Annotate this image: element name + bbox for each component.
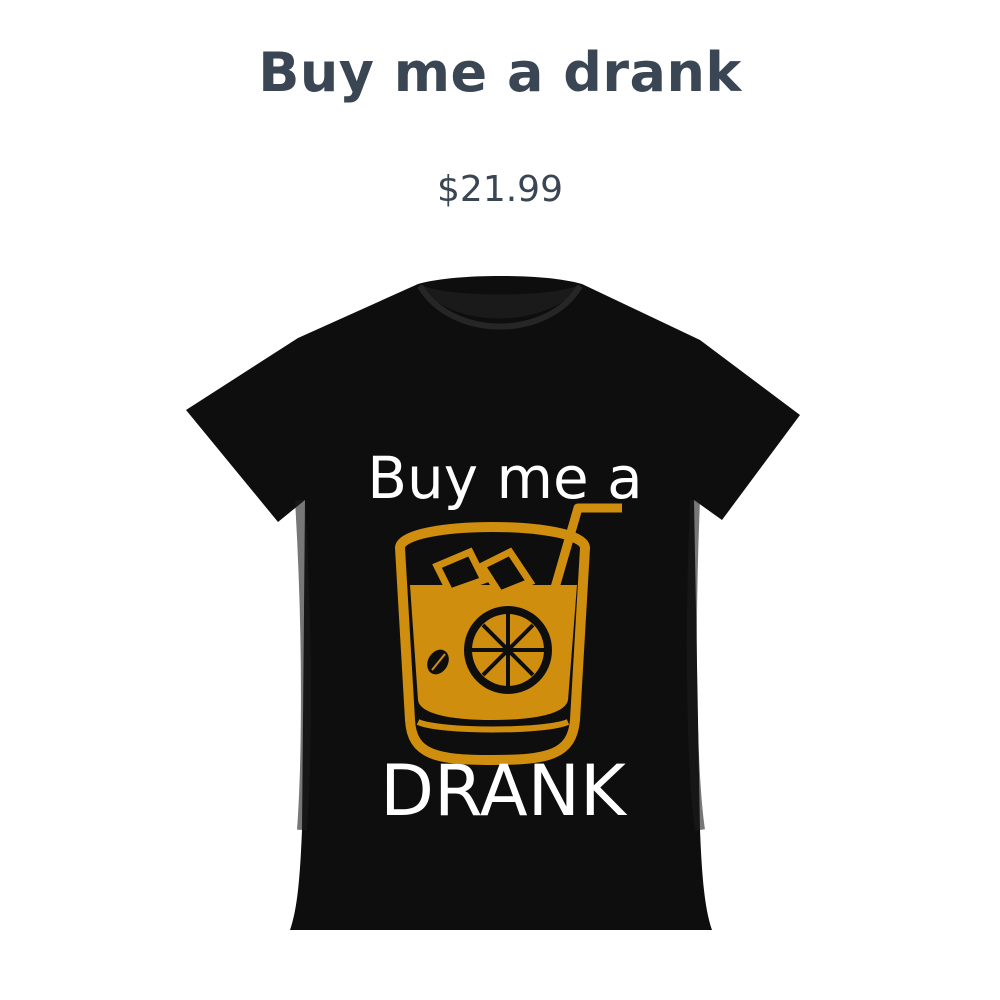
shirt-print-line2: DRANK [380, 750, 628, 832]
shirt-print-line1: Buy me a [367, 444, 642, 512]
tshirt-illustration: Buy me a DRANK [186, 276, 800, 930]
product-image[interactable]: Buy me a DRANK [0, 270, 1000, 970]
product-price: $21.99 [437, 169, 563, 210]
product-title: Buy me a drank [258, 41, 742, 104]
